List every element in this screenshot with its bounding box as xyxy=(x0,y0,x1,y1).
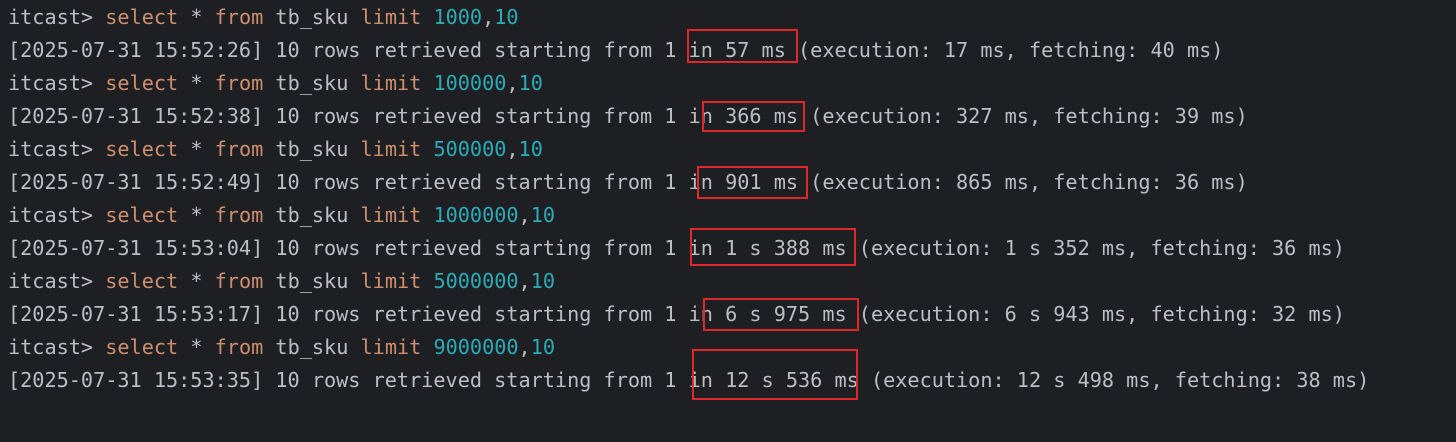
result-prefix: [2025-07-31 15:53:04] 10 rows retrieved … xyxy=(8,236,726,260)
limit-count: 10 xyxy=(518,71,543,95)
result-suffix: (execution: 17 ms, fetching: 40 ms) xyxy=(785,38,1224,62)
limit-comma: , xyxy=(482,5,495,29)
select-keyword: select xyxy=(105,71,179,95)
query-line[interactable]: itcast> select * from tb_sku limit 10000… xyxy=(8,200,555,230)
limit-count: 10 xyxy=(530,335,555,359)
limit-count: 10 xyxy=(518,137,543,161)
console-prompt: itcast> xyxy=(8,269,94,293)
query-line[interactable]: itcast> select * from tb_sku limit 90000… xyxy=(8,332,555,362)
limit-keyword: limit xyxy=(360,203,422,227)
limit-comma: , xyxy=(506,137,519,161)
star-operator: * xyxy=(190,71,203,95)
select-keyword: select xyxy=(105,203,179,227)
limit-comma: , xyxy=(518,269,531,293)
result-line: [2025-07-31 15:52:49] 10 rows retrieved … xyxy=(8,167,1248,197)
table-name: tb_sku xyxy=(275,335,349,359)
result-prefix: [2025-07-31 15:53:35] 10 rows retrieved … xyxy=(8,368,726,392)
query-line[interactable]: itcast> select * from tb_sku limit 10000… xyxy=(8,68,543,98)
result-suffix: (execution: 1 s 352 ms, fetching: 36 ms) xyxy=(846,236,1345,260)
select-keyword: select xyxy=(105,335,179,359)
total-time: 12 s 536 ms xyxy=(725,368,859,392)
limit-offset: 500000 xyxy=(433,137,507,161)
star-operator: * xyxy=(190,203,203,227)
limit-count: 10 xyxy=(530,203,555,227)
result-prefix: [2025-07-31 15:52:26] 10 rows retrieved … xyxy=(8,38,726,62)
result-line: [2025-07-31 15:52:38] 10 rows retrieved … xyxy=(8,101,1248,131)
query-console-output[interactable]: itcast> select * from tb_sku limit 1000,… xyxy=(0,0,1456,442)
result-line: [2025-07-31 15:52:26] 10 rows retrieved … xyxy=(8,35,1223,65)
table-name: tb_sku xyxy=(275,137,349,161)
query-line[interactable]: itcast> select * from tb_sku limit 50000… xyxy=(8,266,555,296)
limit-offset: 5000000 xyxy=(433,269,519,293)
result-line: [2025-07-31 15:53:17] 10 rows retrieved … xyxy=(8,299,1345,329)
limit-count: 10 xyxy=(530,269,555,293)
result-line: [2025-07-31 15:53:35] 10 rows retrieved … xyxy=(8,365,1369,395)
limit-keyword: limit xyxy=(360,5,422,29)
limit-offset: 1000 xyxy=(433,5,483,29)
result-suffix: (execution: 327 ms, fetching: 39 ms) xyxy=(798,104,1248,128)
limit-count: 10 xyxy=(494,5,519,29)
result-suffix: (execution: 6 s 943 ms, fetching: 32 ms) xyxy=(846,302,1345,326)
total-time: 6 s 975 ms xyxy=(725,302,847,326)
select-keyword: select xyxy=(105,5,179,29)
limit-offset: 1000000 xyxy=(433,203,519,227)
limit-offset: 9000000 xyxy=(433,335,519,359)
result-prefix: [2025-07-31 15:52:38] 10 rows retrieved … xyxy=(8,104,726,128)
select-keyword: select xyxy=(105,137,179,161)
from-keyword: from xyxy=(214,335,264,359)
console-prompt: itcast> xyxy=(8,5,94,29)
star-operator: * xyxy=(190,269,203,293)
query-line[interactable]: itcast> select * from tb_sku limit 50000… xyxy=(8,134,543,164)
total-time: 366 ms xyxy=(725,104,799,128)
table-name: tb_sku xyxy=(275,5,349,29)
limit-comma: , xyxy=(506,71,519,95)
from-keyword: from xyxy=(214,71,264,95)
table-name: tb_sku xyxy=(275,269,349,293)
star-operator: * xyxy=(190,5,203,29)
from-keyword: from xyxy=(214,269,264,293)
from-keyword: from xyxy=(214,203,264,227)
result-line: [2025-07-31 15:53:04] 10 rows retrieved … xyxy=(8,233,1345,263)
result-prefix: [2025-07-31 15:53:17] 10 rows retrieved … xyxy=(8,302,726,326)
result-prefix: [2025-07-31 15:52:49] 10 rows retrieved … xyxy=(8,170,726,194)
limit-comma: , xyxy=(518,203,531,227)
select-keyword: select xyxy=(105,269,179,293)
total-time: 57 ms xyxy=(725,38,786,62)
console-prompt: itcast> xyxy=(8,71,94,95)
limit-comma: , xyxy=(518,335,531,359)
star-operator: * xyxy=(190,335,203,359)
console-prompt: itcast> xyxy=(8,203,94,227)
table-name: tb_sku xyxy=(275,203,349,227)
total-time: 1 s 388 ms xyxy=(725,236,847,260)
limit-keyword: limit xyxy=(360,71,422,95)
table-name: tb_sku xyxy=(275,71,349,95)
limit-keyword: limit xyxy=(360,335,422,359)
result-suffix: (execution: 12 s 498 ms, fetching: 38 ms… xyxy=(858,368,1370,392)
console-prompt: itcast> xyxy=(8,335,94,359)
from-keyword: from xyxy=(214,137,264,161)
limit-keyword: limit xyxy=(360,137,422,161)
from-keyword: from xyxy=(214,5,264,29)
query-line[interactable]: itcast> select * from tb_sku limit 1000,… xyxy=(8,2,519,32)
star-operator: * xyxy=(190,137,203,161)
console-prompt: itcast> xyxy=(8,137,94,161)
result-suffix: (execution: 865 ms, fetching: 36 ms) xyxy=(798,170,1248,194)
limit-offset: 100000 xyxy=(433,71,507,95)
total-time: 901 ms xyxy=(725,170,799,194)
limit-keyword: limit xyxy=(360,269,422,293)
